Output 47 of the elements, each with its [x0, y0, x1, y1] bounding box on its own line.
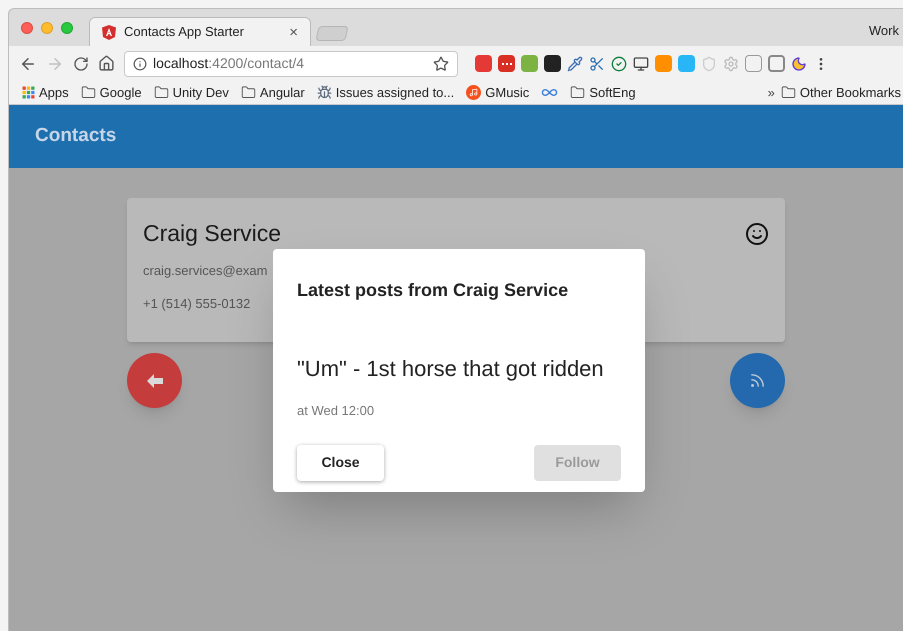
bookmark[interactable]: GMusic [461, 82, 534, 102]
close-button[interactable]: Close [297, 444, 384, 480]
contact-name: Craig Service [143, 219, 282, 248]
scissors-icon[interactable] [589, 56, 605, 72]
tab-close-button[interactable]: × [289, 24, 298, 40]
arrow-left-icon [146, 374, 162, 388]
close-window-button[interactable] [21, 22, 33, 34]
dialog-title: Latest posts from Craig Service [297, 279, 570, 302]
contact-email: craig.services@exam [143, 262, 268, 280]
folder-icon [154, 85, 169, 100]
dots-icon[interactable] [498, 55, 515, 72]
bookmark[interactable]: Angular [236, 82, 310, 102]
zoom-window-button[interactable] [61, 22, 73, 34]
smiley-icon [745, 222, 769, 246]
home-button[interactable] [98, 55, 115, 72]
reload-button[interactable] [73, 56, 89, 72]
folder-icon [240, 85, 256, 100]
bug-icon [316, 85, 332, 100]
rss-icon [749, 372, 766, 389]
app-title: Contacts [35, 124, 116, 148]
folder-icon [780, 85, 796, 100]
contact-phone: +1 (514) 555-0132 [143, 295, 252, 313]
browser-tab[interactable]: Contacts App Starter × [89, 17, 311, 46]
bookmark[interactable]: Google [76, 82, 147, 102]
moon-icon[interactable] [791, 56, 807, 72]
address-bar[interactable]: localhost:4200/contact/4 [124, 50, 458, 76]
bookmark[interactable]: Other Bookmarks [780, 82, 903, 102]
folder-icon [570, 85, 586, 100]
bookmark[interactable]: Issues assigned to... [312, 82, 460, 102]
music-icon [466, 85, 482, 100]
post-text: "Um" - 1st horse that got ridden [297, 355, 605, 383]
tab-title: Contacts App Starter [124, 23, 245, 42]
more-bookmarks-button[interactable]: » [768, 82, 775, 102]
info-icon [133, 56, 147, 70]
bookmark[interactable]: SoftEng [565, 82, 641, 102]
shield-logo-icon [102, 24, 116, 40]
star-icon[interactable] [433, 56, 449, 72]
bookmark[interactable]: Apps [17, 82, 74, 102]
url-text: localhost:4200/contact/4 [153, 54, 306, 73]
folder-icon [80, 85, 96, 100]
check-circle-icon[interactable] [611, 56, 627, 72]
pipette-icon[interactable] [567, 56, 583, 72]
post-time: at Wed 12:00 [297, 402, 376, 420]
profile-name[interactable]: Work [868, 21, 899, 40]
bookmark[interactable]: Unity Dev [148, 82, 234, 102]
monitor-icon[interactable] [633, 56, 649, 72]
grid-icon [22, 86, 35, 99]
